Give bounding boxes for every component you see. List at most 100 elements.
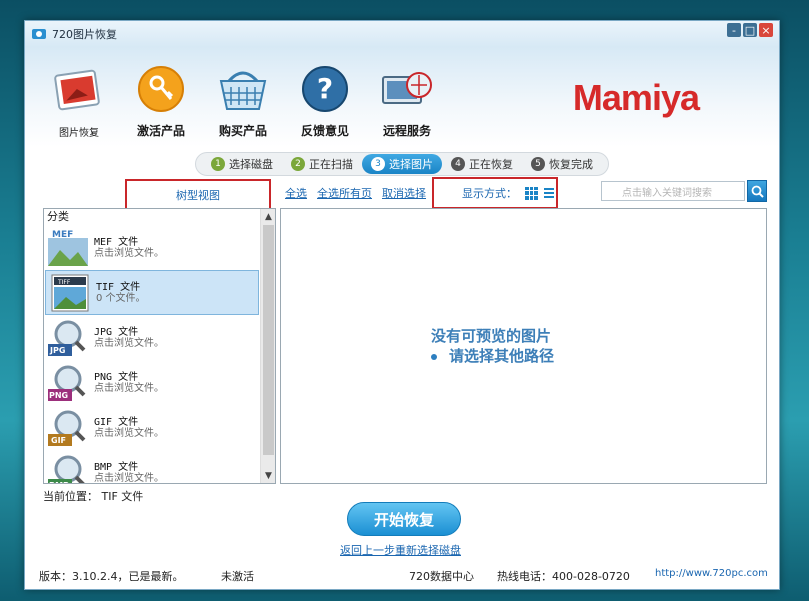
- category-subtitle: 点击浏览文件。: [94, 382, 164, 394]
- tool-feedback[interactable]: ? 反馈意见: [285, 61, 365, 139]
- category-item-bmp[interactable]: BMP BMP 文件 点击浏览文件。: [44, 450, 259, 485]
- website-link[interactable]: http://www.720pc.com: [655, 568, 768, 579]
- svg-text:MEF: MEF: [52, 230, 73, 240]
- scroll-up-icon[interactable]: ▲: [261, 209, 275, 224]
- svg-text:?: ?: [317, 72, 333, 105]
- main-toolbar: 图片恢复 激活产品 购买产品 ? 反馈意见 远程服务 Mamiya: [25, 47, 779, 147]
- step-select-images: 3 选择图片: [362, 154, 442, 174]
- current-location: 当前位置： TIF 文件: [43, 490, 144, 503]
- bullet-icon: [431, 353, 437, 360]
- tif-file-icon: TIFF: [51, 274, 89, 311]
- category-header: 分类: [47, 210, 69, 223]
- tool-label: 远程服务: [382, 124, 431, 138]
- hotline-text: 热线电话：400-028-0720: [497, 570, 630, 583]
- tool-label: 图片恢复: [59, 128, 99, 139]
- key-icon: [133, 61, 189, 117]
- svg-text:GIF: GIF: [51, 436, 66, 445]
- help-icon: ?: [297, 61, 353, 117]
- category-item-jpg[interactable]: JPG JPG 文件 点击浏览文件。: [44, 315, 259, 360]
- step-scanning: 2 正在扫描: [282, 154, 362, 174]
- step-label: 正在恢复: [469, 158, 513, 171]
- search-icon: [751, 185, 764, 198]
- list-view-icon[interactable]: [544, 188, 554, 198]
- maximize-button[interactable]: □: [743, 23, 757, 37]
- tool-remote[interactable]: 远程服务: [367, 61, 447, 139]
- category-title: BMP 文件: [94, 461, 139, 473]
- grid-view-icon[interactable]: [525, 186, 538, 200]
- empty-preview-message: 没有可预览的图片 请选择其他路径: [431, 326, 554, 366]
- category-subtitle: 点击浏览文件。: [94, 472, 164, 484]
- step-label: 正在扫描: [309, 158, 353, 171]
- category-title: MEF 文件: [94, 236, 139, 248]
- step-progress: 1 选择磁盘 2 正在扫描 3 选择图片 4 正在恢复 5 恢复完成: [25, 149, 779, 179]
- start-recover-button[interactable]: 开始恢复: [347, 502, 461, 536]
- brand-logo: Mamiya: [572, 77, 700, 118]
- step-number: 4: [451, 157, 465, 171]
- gif-file-icon: GIF: [48, 410, 86, 446]
- window-title: 720图片恢复: [52, 28, 117, 41]
- step-select-disk: 1 选择磁盘: [202, 154, 282, 174]
- empty-message-line2: 请选择其他路径: [449, 347, 555, 365]
- tool-activate[interactable]: 激活产品: [121, 61, 201, 139]
- bmp-file-icon: BMP: [48, 455, 86, 485]
- version-text: 版本：3.10.2.4，已是最新。: [39, 570, 184, 583]
- step-number: 1: [211, 157, 225, 171]
- category-item-tif[interactable]: TIFF TIF 文件 0 个文件。: [45, 270, 259, 315]
- tool-label: 激活产品: [136, 124, 185, 138]
- close-button[interactable]: ×: [759, 23, 773, 37]
- category-subtitle: 点击浏览文件。: [94, 337, 164, 349]
- step-number: 2: [291, 157, 305, 171]
- activation-status: 未激活: [221, 570, 254, 583]
- mef-file-icon: MEF: [48, 230, 88, 266]
- app-logo-icon: [32, 29, 46, 39]
- category-subtitle: 0 个文件。: [96, 292, 146, 304]
- select-all-pages-link[interactable]: 全选所有页: [317, 185, 372, 201]
- category-title: TIF 文件: [96, 281, 141, 293]
- step-label: 恢复完成: [549, 158, 593, 171]
- category-item-gif[interactable]: GIF GIF 文件 点击浏览文件。: [44, 405, 259, 450]
- status-bar: 版本：3.10.2.4，已是最新。 未激活 720数据中心 热线电话：400-0…: [25, 559, 779, 589]
- svg-text:JPG: JPG: [49, 346, 65, 355]
- category-item-mef[interactable]: MEF MEF 文件 点击浏览文件。: [44, 225, 259, 270]
- search-input[interactable]: 点击输入关键词搜索: [601, 181, 745, 201]
- category-item-png[interactable]: PNG PNG 文件 点击浏览文件。: [44, 360, 259, 405]
- data-center-text: 720数据中心: [409, 570, 474, 583]
- category-title: PNG 文件: [94, 371, 139, 383]
- basket-icon: [215, 61, 271, 117]
- svg-text:BMP: BMP: [49, 481, 69, 485]
- minimize-button[interactable]: -: [727, 23, 741, 37]
- category-title: JPG 文件: [94, 326, 139, 338]
- scroll-down-icon[interactable]: ▼: [261, 468, 275, 483]
- step-complete: 5 恢复完成: [522, 154, 602, 174]
- filter-bar: 树型视图 全选 全选所有页 取消选择 显示方式： 点击输入关键词搜索: [25, 177, 779, 211]
- scroll-thumb[interactable]: [263, 225, 274, 455]
- step-label: 选择磁盘: [229, 158, 273, 171]
- empty-message-line1: 没有可预览的图片: [431, 327, 552, 345]
- display-mode-label: 显示方式：: [462, 187, 517, 200]
- tree-view-tab[interactable]: 树型视图: [125, 179, 271, 211]
- cancel-select-link[interactable]: 取消选择: [382, 185, 426, 201]
- jpg-file-icon: JPG: [48, 320, 86, 356]
- select-all-link[interactable]: 全选: [285, 185, 307, 201]
- category-title: GIF 文件: [94, 416, 139, 428]
- step-number: 3: [371, 157, 385, 171]
- photo-recovery-icon: [51, 63, 107, 119]
- category-subtitle: 点击浏览文件。: [94, 427, 164, 439]
- app-window: 720图片恢复 - □ × 图片恢复 激活产品 购买产品 ? 反馈意见 远程服务…: [24, 20, 780, 590]
- tool-photo-recovery[interactable]: 图片恢复: [39, 63, 119, 139]
- category-scrollbar[interactable]: ▲ ▼: [260, 209, 275, 483]
- step-label: 选择图片: [389, 158, 433, 171]
- titlebar: 720图片恢复 - □ ×: [25, 21, 779, 47]
- step-recovering: 4 正在恢复: [442, 154, 522, 174]
- svg-text:PNG: PNG: [49, 391, 68, 400]
- search-button[interactable]: [747, 180, 767, 202]
- back-reselect-disk-link[interactable]: 返回上一步重新选择磁盘: [340, 542, 461, 558]
- display-mode-group: 显示方式：: [432, 177, 558, 209]
- tool-label: 反馈意见: [300, 124, 349, 138]
- tool-label: 购买产品: [218, 124, 267, 138]
- png-file-icon: PNG: [48, 365, 86, 401]
- tool-buy[interactable]: 购买产品: [203, 61, 283, 139]
- category-panel: 分类 MEF MEF 文件 点击浏览文件。 TIFF TIF 文件 0 个文件。…: [43, 208, 276, 484]
- svg-text:TIFF: TIFF: [57, 279, 71, 286]
- category-subtitle: 点击浏览文件。: [94, 247, 164, 259]
